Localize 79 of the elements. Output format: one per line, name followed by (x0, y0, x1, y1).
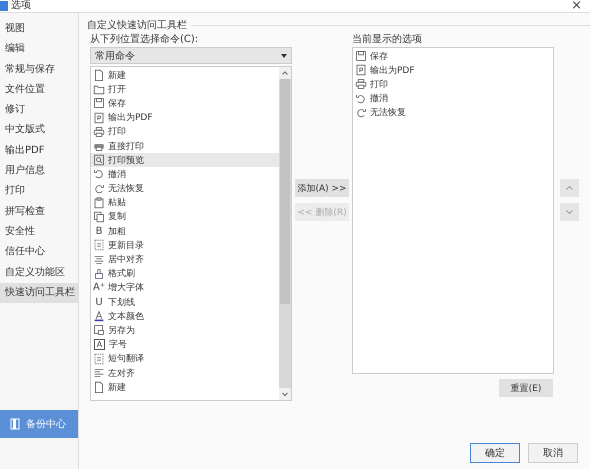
source-label: 从下列位置选择命令(C): (90, 33, 200, 46)
command-item[interactable]: 复制 (91, 210, 279, 224)
sidebar-item[interactable]: 输出PDF (0, 140, 78, 162)
copy-icon (93, 210, 105, 223)
printer-icon (93, 126, 105, 138)
chevron-up-icon (566, 186, 572, 190)
command-glyph: U (94, 296, 104, 308)
current-item[interactable]: 保存 (353, 49, 553, 64)
sidebar-item[interactable]: 修订 (0, 100, 78, 120)
scroll-down-icon[interactable] (279, 388, 291, 400)
add-button[interactable]: 添加(A) >> (295, 179, 349, 197)
command-item[interactable]: 直接打印 (91, 138, 279, 154)
command-item[interactable]: 文本颜色 (91, 309, 279, 324)
dialog-button[interactable]: 取消 (528, 443, 578, 463)
command-item[interactable]: 更新目录 (91, 238, 279, 252)
sidebar-item[interactable]: 编辑 (0, 39, 78, 60)
scrollbar[interactable] (279, 67, 291, 400)
sidebar-item[interactable]: 安全性 (0, 222, 78, 242)
undo-icon (355, 92, 367, 105)
current-item[interactable]: 输出为PDF (353, 63, 553, 78)
command-glyph: A⁺ (93, 282, 105, 294)
app-icon (0, 1, 8, 11)
sidebar-item[interactable]: 快速访问工具栏 (0, 282, 78, 304)
text-color-icon (93, 310, 105, 322)
command-item[interactable]: A⁺ 增大字体 (91, 280, 279, 295)
redo-icon (355, 106, 367, 119)
folder-icon (93, 83, 105, 96)
align-left-icon (93, 367, 105, 380)
scrollbar-thumb[interactable] (280, 79, 290, 304)
command-glyph: A (94, 339, 105, 350)
command-item[interactable]: 另存为 (91, 323, 279, 338)
command-item[interactable]: B 加粗 (91, 224, 279, 238)
move-up-button[interactable] (560, 179, 578, 197)
command-item[interactable]: 无法恢复 (91, 182, 279, 196)
sidebar-item[interactable]: 打印 (0, 181, 78, 202)
move-down-button[interactable] (560, 203, 578, 221)
command-item[interactable]: U 下划线 (91, 295, 279, 310)
window-title: 选项 (11, 1, 31, 11)
undo-icon (93, 168, 105, 180)
sidebar-item[interactable]: 中文版式 (0, 120, 78, 141)
command-item[interactable]: A 字号 (91, 338, 279, 352)
command-item[interactable]: 撤消 (91, 167, 279, 182)
dropdown-arrow-icon (281, 54, 287, 58)
current-item[interactable]: 打印 (353, 77, 553, 92)
command-item[interactable]: 打印 (91, 124, 279, 139)
sidebar-item[interactable]: 文件位置 (0, 80, 78, 100)
current-item[interactable]: 撤消 (353, 92, 553, 106)
sidebar-item[interactable]: 用户信息 (0, 161, 78, 182)
command-item[interactable]: 短句翻译 (91, 352, 279, 366)
command-item[interactable]: 粘贴 (91, 196, 279, 210)
reset-button[interactable]: 重置(E) (499, 379, 553, 397)
chevron-down-icon (566, 210, 572, 214)
clipboard-icon (93, 196, 105, 209)
command-item[interactable]: 输出为PDF (91, 110, 279, 125)
command-dropdown[interactable]: 常用命令 (90, 47, 292, 64)
command-item[interactable]: 格式刷 (91, 266, 279, 281)
sidebar-item[interactable]: 信任中心 (0, 242, 78, 263)
sidebar-item[interactable]: 自定义功能区 (0, 262, 78, 283)
command-item[interactable]: 保存 (91, 96, 279, 111)
command-glyph: B (94, 226, 104, 237)
command-item[interactable]: 新建 (91, 68, 279, 82)
magnifier-icon (93, 154, 105, 166)
command-item[interactable]: 打印预览 (91, 153, 279, 168)
command-item[interactable]: 居中对齐 (91, 252, 279, 267)
dialog-button[interactable]: 确定 (470, 443, 520, 463)
current-label: 当前显示的选项 (352, 33, 423, 46)
sidebar-item[interactable]: 视图 (0, 19, 78, 40)
sidebar-item[interactable]: 拼写检查 (0, 202, 78, 222)
close-button[interactable]: × (571, 0, 582, 12)
command-item[interactable]: 新建 (91, 380, 279, 394)
section-title: 自定义快速访问工具栏 (87, 18, 187, 32)
current-item[interactable]: 无法恢复 (353, 106, 553, 120)
printer-icon (355, 78, 367, 90)
align-center-icon (93, 254, 105, 266)
sidebar-item[interactable]: 常规与保存 (0, 60, 78, 80)
scroll-up-icon[interactable] (279, 67, 291, 79)
command-item[interactable]: 左对齐 (91, 366, 279, 380)
command-item[interactable]: 打开 (91, 82, 279, 96)
redo-icon (93, 182, 105, 195)
